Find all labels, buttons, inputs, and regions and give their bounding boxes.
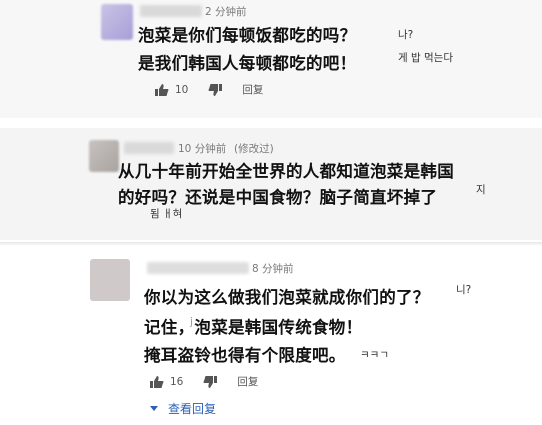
reply-button[interactable]: 回复 (242, 82, 263, 97)
edited-label: (修改过) (234, 143, 274, 155)
comment-text-line: 掩耳盗铃也得有个限度吧。 (144, 346, 346, 365)
avatar[interactable] (89, 140, 119, 172)
avatar[interactable] (101, 4, 133, 40)
thumb-down-icon[interactable] (208, 83, 223, 96)
comment-time: 10 分钟前 (178, 143, 227, 155)
like-count: 16 (170, 375, 184, 388)
view-replies-button[interactable]: 查看回复 (150, 400, 216, 417)
view-replies-label: 查看回复 (168, 402, 217, 416)
like-count: 10 (175, 83, 189, 96)
caret-down-icon (150, 406, 158, 411)
comment-card: 2 分钟前 泡菜是你们每顿饭都吃的吗？ 나? 게 밥 먹는다 是我们韩国人每顿都… (0, 0, 542, 118)
avatar[interactable] (90, 259, 130, 301)
korean-original-text: 됨 ㅐ혀 (150, 208, 183, 220)
username-blurred[interactable] (140, 5, 202, 17)
korean-original-text: 나? (398, 29, 414, 41)
divider (0, 242, 542, 246)
thumb-down-icon[interactable] (203, 375, 218, 388)
korean-original-text: 게 밥 먹는다 (398, 52, 453, 64)
korean-original-text: 니? (456, 284, 472, 296)
comment-time: 2 分钟前 (205, 6, 247, 18)
reply-button[interactable]: 回复 (237, 374, 258, 389)
comment-text-line: 从几十年前开始全世界的人都知道泡菜是韩国 (118, 162, 454, 181)
comment-card: 8 分钟前 你以为这么做我们泡菜就成你们的了？ 니? 记住，泡菜是韩国传统食物！… (0, 248, 542, 425)
comment-text-line: 的好吗？还说是中国食物？脑子简直坏掉了 (118, 188, 438, 207)
username-blurred[interactable] (147, 262, 249, 274)
korean-original-text: 지 (476, 184, 486, 196)
comment-time: 8 分钟前 (252, 263, 294, 275)
korean-original-text: ㅋㅋㄱ (360, 349, 389, 361)
thumb-up-icon[interactable] (155, 83, 169, 96)
comment-actions: 10 回复 (155, 82, 263, 97)
username-blurred[interactable] (124, 142, 174, 154)
comment-card: 10 分钟前 (修改过) 从几十年前开始全世界的人都知道泡菜是韩国 的好吗？还说… (0, 128, 542, 240)
thumb-up-icon[interactable] (150, 375, 164, 388)
comment-text-line: 是我们韩国人每顿都吃的吧！ (138, 54, 357, 73)
comment-text-line: 你以为这么做我们泡菜就成你们的了？ (144, 288, 430, 307)
comment-text-line: 记住，泡菜是韩国传统食物！ (144, 318, 363, 337)
korean-original-text: j (190, 316, 193, 328)
comment-text-line: 泡菜是你们每顿饭都吃的吗？ (138, 26, 357, 45)
comment-actions: 16 回复 (150, 374, 258, 389)
